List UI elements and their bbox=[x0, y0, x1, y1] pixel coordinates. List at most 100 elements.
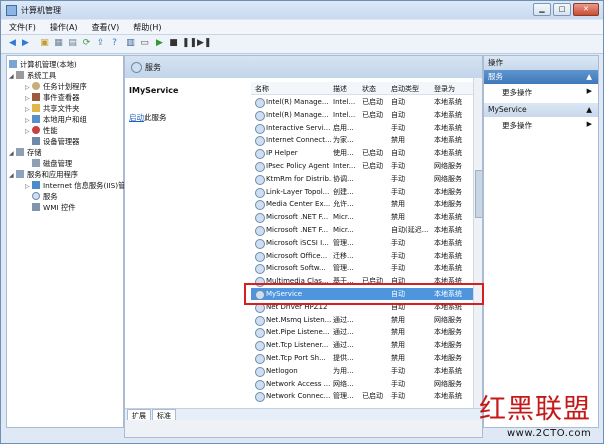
service-row[interactable]: Netlogon 为用... 手动 本地系统 bbox=[251, 365, 473, 377]
watermark-url: www.2CTO.com bbox=[507, 428, 592, 439]
more-actions-myservice[interactable]: 更多操作 bbox=[502, 120, 532, 131]
services-icon bbox=[131, 62, 142, 73]
computer-icon bbox=[9, 60, 17, 68]
column-description[interactable]: 描述 bbox=[333, 84, 347, 94]
actions-pane: 操作 服务 ▲ 更多操作 ▶ MyService ▲ 更多操作 ▶ bbox=[483, 55, 599, 428]
service-log-on-as: 本地系统 bbox=[434, 123, 462, 132]
show-hide-tree-icon[interactable]: ▦ bbox=[53, 38, 64, 49]
collapse-icon[interactable]: ▲ bbox=[586, 103, 592, 117]
service-startup-type: 禁用 bbox=[391, 341, 405, 350]
menu-bar: 文件(F) 操作(A) 查看(V) 帮助(H) bbox=[1, 20, 603, 35]
services-apps-icon bbox=[16, 170, 24, 178]
tree-item-wmi-control[interactable]: WMI 控件 bbox=[32, 202, 76, 213]
menu-help[interactable]: 帮助(H) bbox=[125, 20, 167, 34]
menu-view[interactable]: 查看(V) bbox=[84, 20, 126, 34]
vertical-scrollbar[interactable] bbox=[473, 78, 482, 408]
service-name: Net.Tcp Port Sh... bbox=[266, 354, 326, 362]
column-header-row: 名称 描述 状态 启动类型 登录为 bbox=[251, 82, 473, 95]
tree-item-event-viewer[interactable]: ▷ 事件查看器 bbox=[25, 92, 79, 103]
service-log-on-as: 本地服务 bbox=[434, 200, 462, 209]
column-name[interactable]: 名称 bbox=[255, 84, 269, 94]
service-name: Net.Pipe Listene... bbox=[266, 328, 330, 337]
gear-icon bbox=[255, 392, 265, 403]
export-icon[interactable]: ⇪ bbox=[95, 38, 106, 49]
service-row[interactable]: Microsoft Softw... 管理... 手动 本地系统 bbox=[251, 262, 473, 275]
service-row[interactable]: Network Connec... 管理... 已启动 手动 本地系统 bbox=[251, 390, 473, 403]
service-row[interactable]: KtmRm for Distrib... 协调... 手动 网络服务 bbox=[251, 173, 473, 185]
stop-service-icon[interactable]: ■ bbox=[168, 38, 179, 49]
tree-item-services[interactable]: 服务 bbox=[32, 191, 58, 202]
service-name: Network Connec... bbox=[266, 392, 331, 401]
pause-service-icon[interactable]: ❚❚ bbox=[182, 38, 197, 49]
tree-item-device-manager[interactable]: 设备管理器 bbox=[32, 136, 79, 147]
service-row[interactable]: Net.Msmq Listen... 通过... 禁用 网络服务 bbox=[251, 314, 473, 326]
service-row[interactable]: Internet Connect... 为家... 禁用 本地系统 bbox=[251, 134, 473, 147]
service-description-pane: IMyService 启动此服务 bbox=[127, 78, 245, 408]
panel-title: 服务 bbox=[145, 63, 161, 72]
start-service-icon[interactable]: ▶ bbox=[154, 38, 165, 49]
event-log-icon bbox=[32, 93, 40, 101]
more-actions-services[interactable]: 更多操作 bbox=[502, 87, 532, 98]
service-row[interactable]: IP Helper 使用... 已启动 自动 本地系统 bbox=[251, 147, 473, 160]
tree-item-iis[interactable]: ▷ Internet 信息服务(IIS)管 bbox=[25, 180, 125, 191]
tree-item-services-and-applications[interactable]: ◢ 服务和应用程序 bbox=[9, 169, 78, 180]
close-button[interactable]: ✕ bbox=[573, 3, 599, 16]
start-service-link[interactable]: 启动 bbox=[129, 113, 144, 122]
menu-action[interactable]: 操作(A) bbox=[42, 20, 84, 34]
tree-item-disk-management[interactable]: 磁盘管理 bbox=[32, 158, 72, 169]
service-row[interactable]: Media Center Ex... 允许... 禁用 本地服务 bbox=[251, 198, 473, 211]
menu-file[interactable]: 文件(F) bbox=[1, 20, 42, 34]
service-description: 通过... bbox=[333, 315, 354, 324]
actions-section-myservice[interactable]: MyService ▲ bbox=[484, 103, 598, 117]
horizontal-scrollbar[interactable] bbox=[125, 420, 482, 437]
column-startup-type[interactable]: 启动类型 bbox=[391, 84, 419, 94]
service-description: 启用... bbox=[333, 123, 354, 132]
actions-section-services[interactable]: 服务 ▲ bbox=[484, 70, 598, 84]
unknown-toolbar-icon[interactable]: ▭ bbox=[139, 38, 150, 49]
minimize-button[interactable]: ▁ bbox=[533, 3, 551, 16]
service-description: 为用... bbox=[333, 366, 354, 375]
service-row[interactable]: Microsoft .NET F... Micr... 自动(延迟... 本地系统 bbox=[251, 224, 473, 236]
tree-item-task-scheduler[interactable]: ▷ 任务计划程序 bbox=[25, 81, 87, 92]
service-name: Internet Connect... bbox=[266, 136, 332, 145]
service-log-on-as: 本地系统 bbox=[434, 251, 462, 260]
service-row[interactable]: Microsoft Office... 迁移... 手动 本地系统 bbox=[251, 250, 473, 262]
service-row[interactable]: Net.Tcp Port Sh... 提供... 禁用 本地服务 bbox=[251, 352, 473, 364]
maximize-button[interactable]: □ bbox=[553, 3, 571, 16]
collapse-icon[interactable]: ▲ bbox=[586, 70, 592, 84]
service-row[interactable]: Network Access ... 网络... 手动 网络服务 bbox=[251, 378, 473, 390]
column-log-on-as[interactable]: 登录为 bbox=[434, 84, 455, 94]
service-row[interactable]: Microsoft .NET F... Micr... 禁用 本地系统 bbox=[251, 211, 473, 224]
folder-up-icon[interactable]: ▣ bbox=[39, 38, 50, 49]
service-row[interactable]: Net.Pipe Listene... 通过... 禁用 本地服务 bbox=[251, 326, 473, 339]
refresh-icon[interactable]: ⟳ bbox=[81, 38, 92, 49]
service-startup-type: 自动(延迟... bbox=[391, 226, 429, 234]
tree-item-system-tools[interactable]: ◢ 系统工具 bbox=[9, 70, 56, 81]
help-icon[interactable]: ? bbox=[109, 38, 120, 49]
tree-item-shared-folders[interactable]: ▷ 共享文件夹 bbox=[25, 103, 79, 114]
service-row[interactable]: Link-Layer Topol... 创建... 手动 本地服务 bbox=[251, 186, 473, 198]
tree-item-storage[interactable]: ◢ 存储 bbox=[9, 147, 42, 158]
restart-service-icon[interactable]: ▶❚ bbox=[197, 38, 211, 49]
tree-item-performance[interactable]: ▷ 性能 bbox=[25, 125, 58, 136]
tree-item-computer-management[interactable]: 计算机管理(本地) bbox=[9, 59, 77, 70]
properties-icon[interactable]: ▤ bbox=[67, 38, 78, 49]
column-status[interactable]: 状态 bbox=[362, 84, 376, 94]
tree-item-local-users-groups[interactable]: ▷ 本地用户和组 bbox=[25, 114, 87, 125]
back-icon[interactable]: ◀ bbox=[7, 38, 18, 49]
console-icon[interactable]: ▥ bbox=[125, 38, 136, 49]
service-startup-type: 手动 bbox=[391, 251, 405, 260]
service-row[interactable]: Microsoft iSCSI I... 管理... 手动 本地系统 bbox=[251, 237, 473, 249]
service-row[interactable]: IPsec Policy Agent Inter... 已启动 手动 网络服务 bbox=[251, 160, 473, 172]
service-row[interactable]: Interactive Servi... 启用... 手动 本地系统 bbox=[251, 122, 473, 134]
gear-icon bbox=[255, 149, 265, 160]
scrollbar-thumb[interactable] bbox=[475, 170, 482, 218]
forward-icon[interactable]: ▶ bbox=[20, 38, 31, 49]
window-controls: ▁ □ ✕ bbox=[533, 3, 599, 16]
gear-icon bbox=[255, 98, 265, 108]
service-name: IP Helper bbox=[266, 149, 298, 158]
service-row[interactable]: Intel(R) Manage... Intel... 已启动 自动 本地系统 bbox=[251, 96, 473, 108]
service-name: IPsec Policy Agent bbox=[266, 162, 330, 170]
service-row[interactable]: Intel(R) Manage... Intel... 已启动 自动 本地系统 bbox=[251, 109, 473, 121]
service-row[interactable]: Net.Tcp Listener... 通过... 禁用 本地服务 bbox=[251, 339, 473, 352]
